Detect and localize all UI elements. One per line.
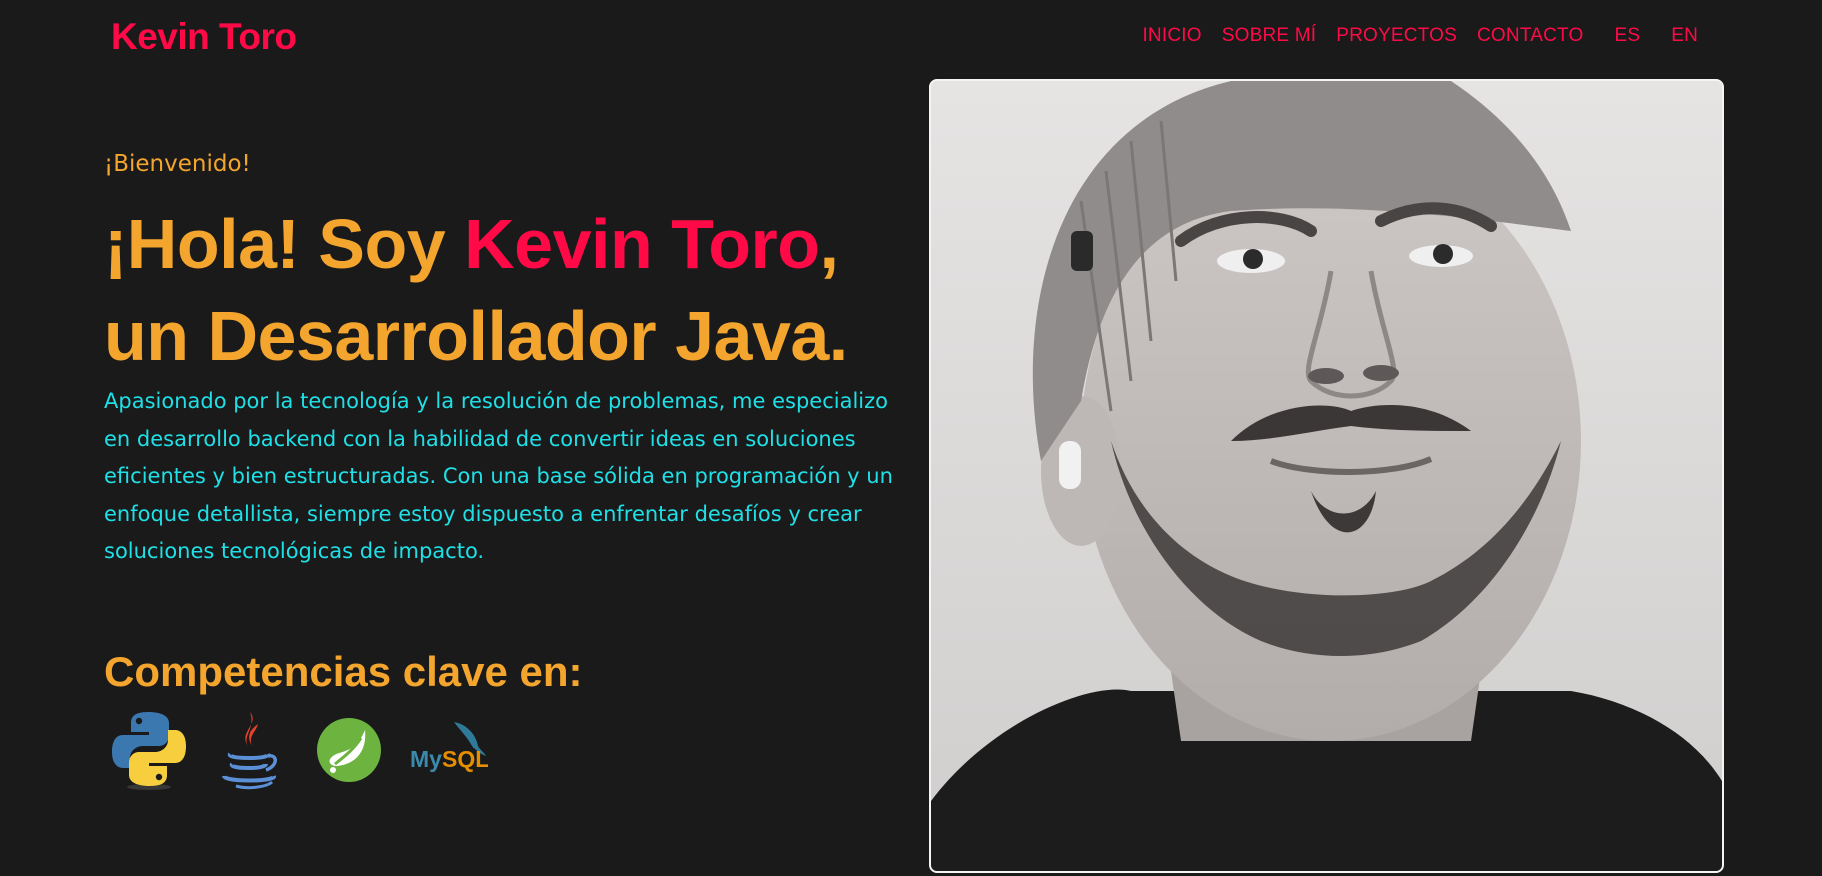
lang-en-button[interactable]: EN xyxy=(1671,25,1698,47)
headline-comma: , xyxy=(819,205,839,283)
nav-sobre-mi[interactable]: SOBRE MÍ xyxy=(1222,25,1317,47)
nav-inicio[interactable]: INICIO xyxy=(1142,25,1201,47)
page: Kevin Toro INICIO SOBRE MÍ PROYECTOS CON… xyxy=(0,0,1822,876)
main-nav: INICIO SOBRE MÍ PROYECTOS CONTACTO ES EN xyxy=(1122,25,1698,47)
welcome-text: ¡Bienvenido! xyxy=(104,151,251,177)
mysql-logo-my: My xyxy=(410,746,442,772)
skills-title: Competencias clave en: xyxy=(104,648,583,695)
lang-es-button[interactable]: ES xyxy=(1614,25,1640,47)
python-icon xyxy=(110,710,188,790)
headline-prefix: ¡Hola! Soy xyxy=(104,205,465,283)
nav-contacto[interactable]: CONTACTO xyxy=(1477,25,1583,47)
spring-icon xyxy=(310,710,388,790)
site-logo[interactable]: Kevin Toro xyxy=(111,16,297,58)
mysql-logo-sql: SQL xyxy=(442,746,488,772)
mysql-icon: My SQL xyxy=(410,710,488,790)
nav-proyectos[interactable]: PROYECTOS xyxy=(1336,25,1457,47)
hero-headline: ¡Hola! Soy Kevin Toro, un Desarrollador … xyxy=(104,198,924,382)
skills-list: My SQL xyxy=(110,710,510,790)
profile-photo-illustration xyxy=(931,81,1722,871)
headline-name: Kevin Toro xyxy=(464,205,820,283)
headline-role: un Desarrollador Java. xyxy=(104,297,848,375)
java-icon xyxy=(210,710,288,790)
profile-photo xyxy=(929,79,1724,873)
bio-paragraph: Apasionado por la tecnología y la resolu… xyxy=(104,389,893,563)
